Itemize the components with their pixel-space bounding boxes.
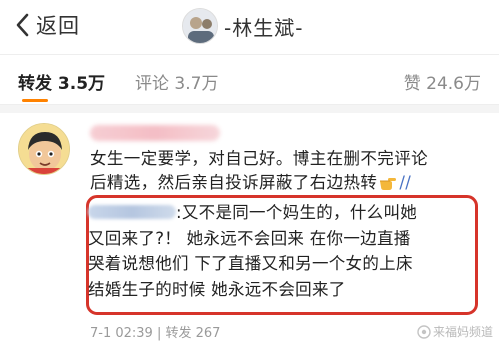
comment-line-with-icon: 后精选，然后亲自投诉屏蔽了右边热转 // [90, 171, 485, 195]
tab-bar: 转发 3.5万 评论 3.7万 赞 24.6万 [0, 55, 499, 105]
quote-line-text: :又不是同一个妈生的，什么叫她 [176, 203, 418, 222]
section-gap [0, 105, 499, 113]
watermark: 来福妈频道 [417, 323, 493, 340]
back-label: 返回 [36, 14, 80, 38]
weibo-repost-page: 返回 -林生斌- 转发 3.5万 评论 3.7万 赞 24.6万 女生一定要学，… [0, 0, 499, 344]
tab-like[interactable]: 赞 24.6万 [404, 69, 481, 94]
comment-line: 后精选，然后亲自投诉屏蔽了右边热转 [90, 173, 378, 192]
comment-meta: 7-1 02:39 | 转发 267 [90, 326, 221, 341]
comment-body: 女生一定要学，对自己好。博主在删不完评论 后精选，然后亲自投诉屏蔽了右边热转 /… [90, 147, 485, 195]
author-avatar[interactable] [182, 8, 218, 44]
back-chevron-icon [16, 13, 29, 37]
avatar-image-icon [183, 9, 217, 43]
active-tab-indicator [22, 99, 48, 102]
commenter-username[interactable] [90, 125, 220, 141]
quoted-username[interactable] [88, 205, 176, 219]
cartoon-avatar-icon [19, 124, 69, 174]
watermark-text: 来福妈频道 [432, 325, 493, 339]
top-nav-bar: 返回 -林生斌- [0, 0, 499, 54]
page-title-group: -林生斌- [182, 7, 303, 45]
tab-comment[interactable]: 评论 3.7万 [135, 69, 218, 94]
page-title: -林生斌- [224, 15, 304, 40]
quote-line: :又不是同一个妈生的，什么叫她 [88, 200, 476, 226]
watermark-logo-icon [417, 324, 431, 339]
repost-slashes: // [399, 173, 412, 192]
quote-line: 又回来了?！ 她永远不会回来 在你一边直播 [88, 228, 411, 248]
comment-line: 女生一定要学，对自己好。博主在删不完评论 [90, 149, 428, 168]
quote-line: 哭着说想他们 下了直播又和另一个女的上床 [88, 254, 413, 273]
quoted-repost: :又不是同一个妈生的，什么叫她 又回来了?！ 她永远不会回来 在你一边直播 哭着… [88, 200, 476, 302]
repost-item: 女生一定要学，对自己好。博主在删不完评论 后精选，然后亲自投诉屏蔽了右边热转 /… [0, 113, 499, 344]
commenter-avatar[interactable] [18, 123, 70, 175]
pointing-hand-icon [380, 178, 397, 190]
back-button[interactable]: 返回 [14, 10, 80, 40]
tab-repost[interactable]: 转发 3.5万 [18, 69, 105, 94]
quote-line: 结婚生子的时候 她永远不会回来了 [88, 279, 346, 299]
